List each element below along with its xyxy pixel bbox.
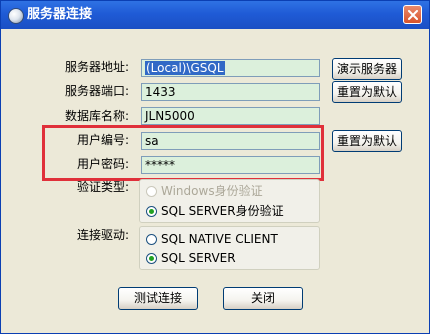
radio-icon bbox=[146, 186, 157, 197]
auth-sql-label: SQL SERVER身份验证 bbox=[161, 204, 284, 218]
close-icon bbox=[408, 10, 418, 20]
server-port-label: 服务器端口: bbox=[65, 84, 130, 98]
highlight-box bbox=[42, 125, 324, 181]
reset-default-button-1[interactable]: 重置为默认 bbox=[332, 81, 402, 103]
database-name-input[interactable]: JLN5000 bbox=[141, 107, 320, 125]
auth-sql-radio[interactable]: SQL SERVER身份验证 bbox=[146, 204, 284, 218]
driver-sql-server-radio[interactable]: SQL SERVER bbox=[146, 251, 236, 265]
dialog-window: 服务器连接 服务器地址: (Local)\GSQL 演示服务器 服务器端口: 1… bbox=[0, 0, 430, 334]
auth-windows-label: Windows身份验证 bbox=[161, 184, 263, 198]
radio-selected-icon bbox=[146, 253, 157, 264]
server-port-input[interactable]: 1433 bbox=[141, 83, 320, 101]
close-button[interactable]: 关闭 bbox=[223, 287, 303, 310]
test-connection-button[interactable]: 测试连接 bbox=[118, 287, 198, 310]
dialog-content: 服务器地址: (Local)\GSQL 演示服务器 服务器端口: 1433 重置… bbox=[4, 29, 426, 330]
title-bar[interactable]: 服务器连接 bbox=[1, 1, 429, 29]
driver-native-client-radio[interactable]: SQL NATIVE CLIENT bbox=[146, 232, 278, 246]
server-address-value: (Local)\GSQL bbox=[145, 61, 225, 75]
demo-server-button[interactable]: 演示服务器 bbox=[332, 58, 402, 80]
server-address-label: 服务器地址: bbox=[65, 60, 130, 74]
driver-native-client-label: SQL NATIVE CLIENT bbox=[161, 232, 278, 246]
window-title: 服务器连接 bbox=[27, 7, 93, 22]
radio-icon bbox=[146, 234, 157, 245]
close-window-button[interactable] bbox=[403, 5, 422, 24]
auth-windows-radio[interactable]: Windows身份验证 bbox=[146, 184, 263, 198]
auth-type-label: 验证类型: bbox=[77, 180, 130, 194]
driver-group: SQL NATIVE CLIENT SQL SERVER bbox=[139, 226, 320, 270]
database-name-label: 数据库名称: bbox=[65, 109, 130, 123]
driver-label: 连接驱动: bbox=[77, 228, 130, 242]
app-icon bbox=[8, 8, 24, 24]
reset-default-button-2[interactable]: 重置为默认 bbox=[332, 130, 402, 152]
auth-type-group: Windows身份验证 SQL SERVER身份验证 bbox=[139, 179, 320, 223]
driver-sql-server-label: SQL SERVER bbox=[161, 251, 236, 265]
radio-selected-icon bbox=[146, 206, 157, 217]
server-address-input[interactable]: (Local)\GSQL bbox=[141, 59, 320, 77]
